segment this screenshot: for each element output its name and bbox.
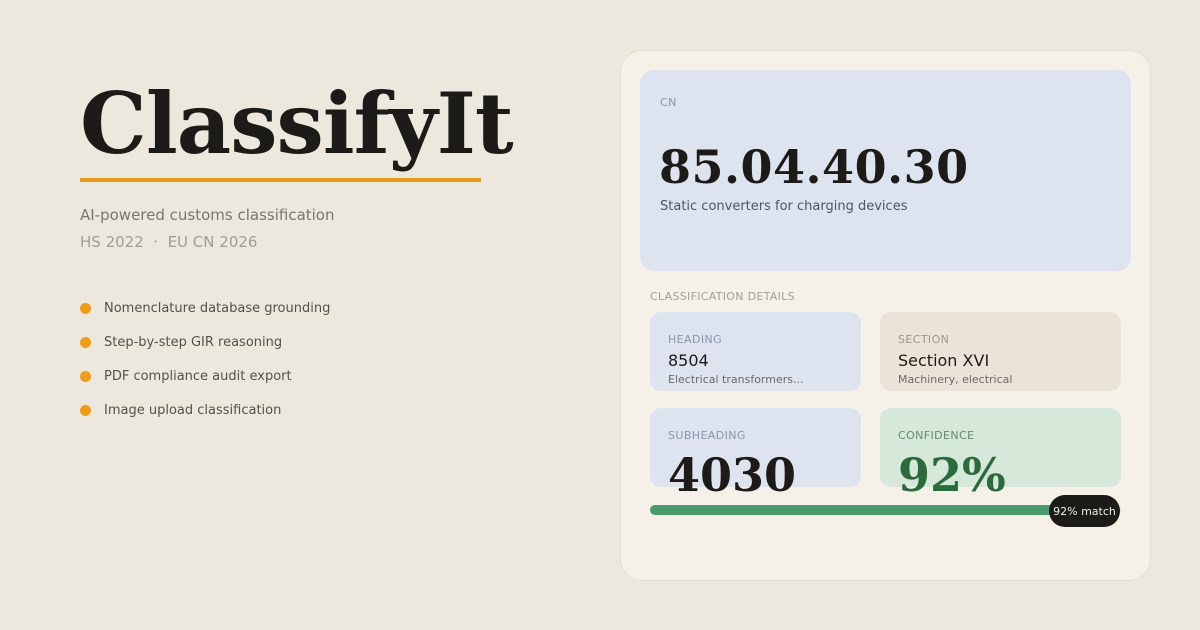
heading-tile: HEADING 8504 Electrical transformers... [650,312,861,391]
tagline: AI-powered customs classification [80,206,335,224]
feature-list: Nomenclature database grounding Step-by-… [80,300,330,436]
feature-label: PDF compliance audit export [104,369,292,384]
subheading-label: SUBHEADING [668,429,746,442]
section-description: Machinery, electrical [898,373,1013,386]
feature-label: Step-by-step GIR reasoning [104,335,283,350]
cn-code-panel: CN 85.04.40.30 Static converters for cha… [640,70,1131,271]
cn-code: 85.04.40.30 [659,140,969,194]
brand-underline [80,178,481,182]
bullet-dot-icon [80,405,91,416]
confidence-progress-fill [650,505,1084,515]
match-badge: 92% match [1049,495,1120,527]
bullet-dot-icon [80,303,91,314]
heading-value: 8504 [668,351,709,370]
section-value: Section XVI [898,351,990,370]
cn-description: Static converters for charging devices [660,199,908,214]
feature-label: Nomenclature database grounding [104,301,331,316]
cn-label: CN [660,96,677,109]
confidence-tile: CONFIDENCE 92% [880,408,1121,498]
standards-line: HS 2022 · EU CN 2026 [80,233,258,251]
feature-item: PDF compliance audit export [80,368,330,385]
feature-item: Nomenclature database grounding [80,300,330,317]
feature-label: Image upload classification [104,403,282,418]
subheading-value: 4030 [668,448,797,502]
section-tile: SECTION Section XVI Machinery, electrica… [880,312,1121,391]
heading-description: Electrical transformers... [668,373,804,386]
subheading-tile: SUBHEADING 4030 [650,408,861,498]
details-label: CLASSIFICATION DETAILS [650,290,795,303]
bullet-dot-icon [80,337,91,348]
brand-title: ClassifyIt [80,74,514,173]
section-label: SECTION [898,333,950,346]
confidence-value: 92% [898,448,1006,502]
bullet-dot-icon [80,371,91,382]
feature-item: Image upload classification [80,402,330,419]
heading-label: HEADING [668,333,723,346]
feature-item: Step-by-step GIR reasoning [80,334,330,351]
confidence-label: CONFIDENCE [898,429,975,442]
result-card: CN 85.04.40.30 Static converters for cha… [620,50,1151,581]
